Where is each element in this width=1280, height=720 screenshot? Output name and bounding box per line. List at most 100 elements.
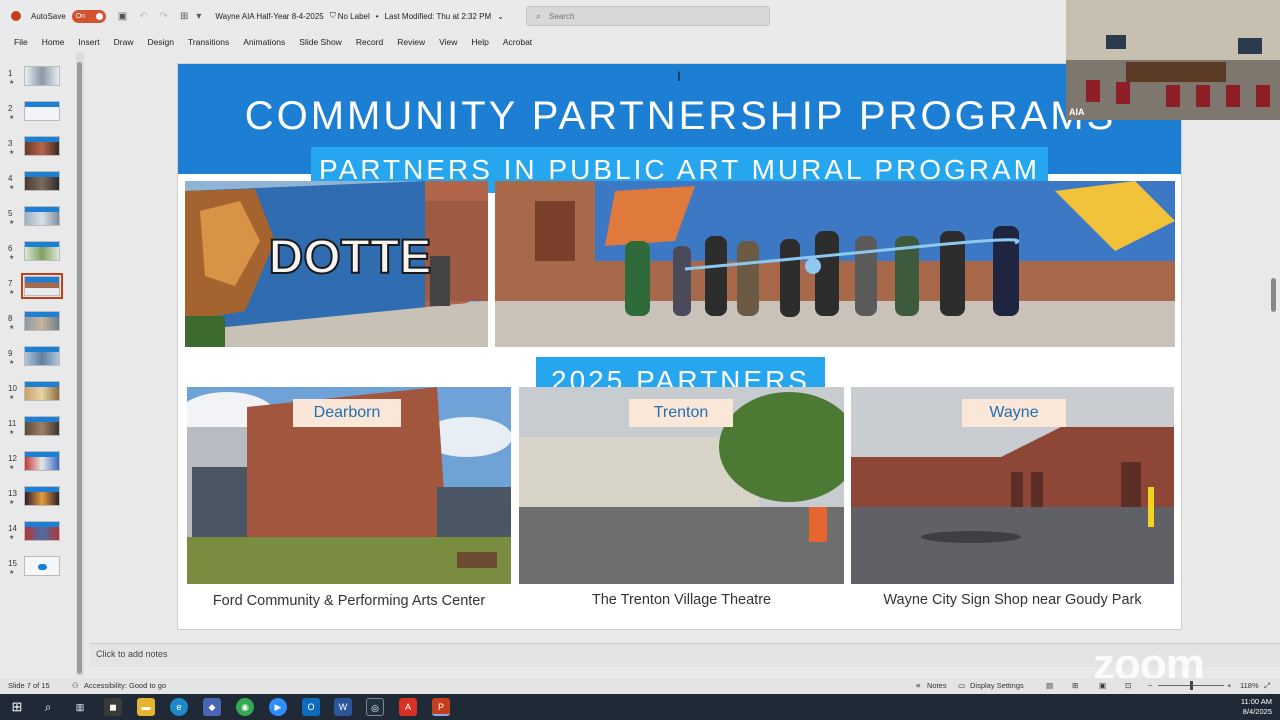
- chrome-icon[interactable]: ◉: [236, 698, 254, 716]
- slide-thumbnail[interactable]: 10 ★: [0, 381, 70, 405]
- tab-slide-show[interactable]: Slide Show: [299, 37, 342, 47]
- chevron-down-icon[interactable]: ⌄: [497, 12, 504, 21]
- redo-icon[interactable]: ↷: [160, 11, 168, 22]
- accessibility-icon[interactable]: ⚇: [72, 681, 79, 690]
- slide-scrollbar-thumb[interactable]: [1271, 278, 1276, 312]
- app-icon[interactable]: ◆: [203, 698, 221, 716]
- slide-thumbnail[interactable]: 12 ★: [0, 451, 70, 475]
- thumbnail-image: [24, 416, 60, 436]
- slide-thumbnail[interactable]: 3 ★: [0, 136, 70, 160]
- slide-thumbnail[interactable]: 4 ★: [0, 171, 70, 195]
- save-icon[interactable]: ▣: [118, 11, 127, 22]
- tab-review[interactable]: Review: [397, 37, 425, 47]
- slide-thumbnail[interactable]: 2 ★: [0, 101, 70, 125]
- slide-number: 7: [8, 279, 13, 288]
- slide-number: 10: [8, 384, 17, 393]
- star-icon: ★: [9, 255, 15, 261]
- accessibility-status[interactable]: Accessibility: Good to go: [84, 681, 166, 690]
- tab-insert[interactable]: Insert: [78, 37, 99, 47]
- word-icon[interactable]: W: [334, 698, 352, 716]
- zoom-out-icon[interactable]: −: [1148, 681, 1152, 690]
- zoom-slider-thumb[interactable]: [1190, 681, 1193, 690]
- slide-thumbnail-active[interactable]: 7 ★: [0, 273, 70, 300]
- undo-icon[interactable]: ↶: [139, 11, 147, 22]
- slide-thumbnail[interactable]: 8 ★: [0, 311, 70, 335]
- display-settings-icon[interactable]: ▭: [958, 681, 965, 690]
- normal-view-icon[interactable]: ▤: [1046, 681, 1053, 690]
- slideshow-icon[interactable]: ⊡: [1125, 681, 1131, 690]
- star-icon: ★: [9, 395, 15, 401]
- tab-record[interactable]: Record: [356, 37, 383, 47]
- zoom-level[interactable]: 118%: [1240, 681, 1259, 690]
- star-icon: ★: [9, 500, 15, 506]
- thumbnail-image: [24, 381, 60, 401]
- mural-photo[interactable]: DOTTE: [185, 181, 488, 347]
- slide-thumbnail[interactable]: 5 ★: [0, 206, 70, 230]
- file-explorer-icon[interactable]: ▬: [137, 698, 155, 716]
- tab-transitions[interactable]: Transitions: [188, 37, 229, 47]
- slide-thumbnail[interactable]: 15 ★: [0, 556, 70, 580]
- slide-scrollbar-track[interactable]: [1268, 120, 1278, 635]
- tab-design[interactable]: Design: [148, 37, 174, 47]
- edge-icon[interactable]: e: [170, 698, 188, 716]
- tab-home[interactable]: Home: [42, 37, 65, 47]
- mural-text: DOTTE: [269, 231, 432, 284]
- slide-sorter-icon[interactable]: ⊞: [1072, 681, 1078, 690]
- recording-app-icon[interactable]: ◎: [366, 698, 384, 716]
- slide-number: 13: [8, 489, 17, 498]
- search-box[interactable]: ⌕: [526, 6, 770, 26]
- slide-thumbnail[interactable]: 11 ★: [0, 416, 70, 440]
- tab-draw[interactable]: Draw: [114, 37, 134, 47]
- tab-view[interactable]: View: [439, 37, 457, 47]
- tab-file[interactable]: File: [14, 37, 28, 47]
- acrobat-icon[interactable]: A: [399, 698, 417, 716]
- partner-city-trenton: Trenton: [629, 399, 733, 427]
- video-participant-name: AIA: [1069, 107, 1085, 117]
- thumbnail-image: [24, 521, 60, 541]
- tab-acrobat[interactable]: Acrobat: [503, 37, 532, 47]
- zoom-in-icon[interactable]: +: [1227, 681, 1231, 690]
- notes-icon[interactable]: ≡: [916, 681, 920, 690]
- search-input[interactable]: [549, 11, 750, 21]
- document-title[interactable]: Wayne AIA Half-Year 8-4-2025: [215, 12, 323, 21]
- partner-caption-wayne: Wayne City Sign Shop near Goudy Park: [883, 592, 1142, 608]
- customize-toolbar-icon[interactable]: ▾: [196, 11, 201, 22]
- system-clock[interactable]: 11:00 AM 8/4/2025: [1241, 697, 1272, 717]
- notes-placeholder[interactable]: Click to add notes: [96, 649, 168, 659]
- outlook-icon[interactable]: O: [302, 698, 320, 716]
- tab-help[interactable]: Help: [471, 37, 488, 47]
- slide-thumbnail[interactable]: 13 ★: [0, 486, 70, 510]
- slide-number: 12: [8, 454, 17, 463]
- ribbon-cutting-photo[interactable]: [495, 181, 1175, 347]
- notes-button[interactable]: Notes: [927, 681, 947, 690]
- star-icon: ★: [9, 325, 15, 331]
- reading-view-icon[interactable]: ▣: [1099, 681, 1106, 690]
- slide-number: 1: [8, 69, 13, 78]
- task-view-icon[interactable]: ▥: [71, 698, 89, 716]
- zoom-app-icon[interactable]: ▶: [269, 698, 287, 716]
- windows-start-icon[interactable]: ⊞: [8, 698, 26, 716]
- slide-thumbnail[interactable]: 9 ★: [0, 346, 70, 370]
- tab-animations[interactable]: Animations: [243, 37, 285, 47]
- slide-canvas[interactable]: COMMUNITY PARTNERSHIP PROGRAMS PARTNERS …: [177, 63, 1182, 630]
- thumbnail-scrollbar-thumb[interactable]: [77, 62, 82, 674]
- present-icon[interactable]: ⊞: [180, 11, 188, 22]
- ribbon-cutting-illustration: [495, 181, 1175, 347]
- display-settings-button[interactable]: Display Settings: [970, 681, 1024, 690]
- slide-title[interactable]: COMMUNITY PARTNERSHIP PROGRAMS: [178, 94, 1181, 139]
- video-tile[interactable]: [1066, 0, 1280, 120]
- search-icon[interactable]: ⌕: [39, 698, 57, 716]
- slide-thumbnail[interactable]: 1 ★: [0, 66, 70, 90]
- slide-thumbnail[interactable]: 6 ★: [0, 241, 70, 265]
- autosave-toggle[interactable]: On: [71, 9, 106, 23]
- star-icon: ★: [9, 115, 15, 121]
- store-icon[interactable]: ◼: [104, 698, 122, 716]
- star-icon: ★: [9, 535, 15, 541]
- thumbnail-image: [24, 451, 60, 471]
- thumbnail-image: [24, 241, 60, 261]
- slide-number: 5: [8, 209, 13, 218]
- fit-to-window-icon[interactable]: ⤢: [1264, 681, 1270, 691]
- powerpoint-icon[interactable]: P: [432, 698, 450, 716]
- clock-date: 8/4/2025: [1242, 707, 1272, 716]
- slide-thumbnail[interactable]: 14 ★: [0, 521, 70, 545]
